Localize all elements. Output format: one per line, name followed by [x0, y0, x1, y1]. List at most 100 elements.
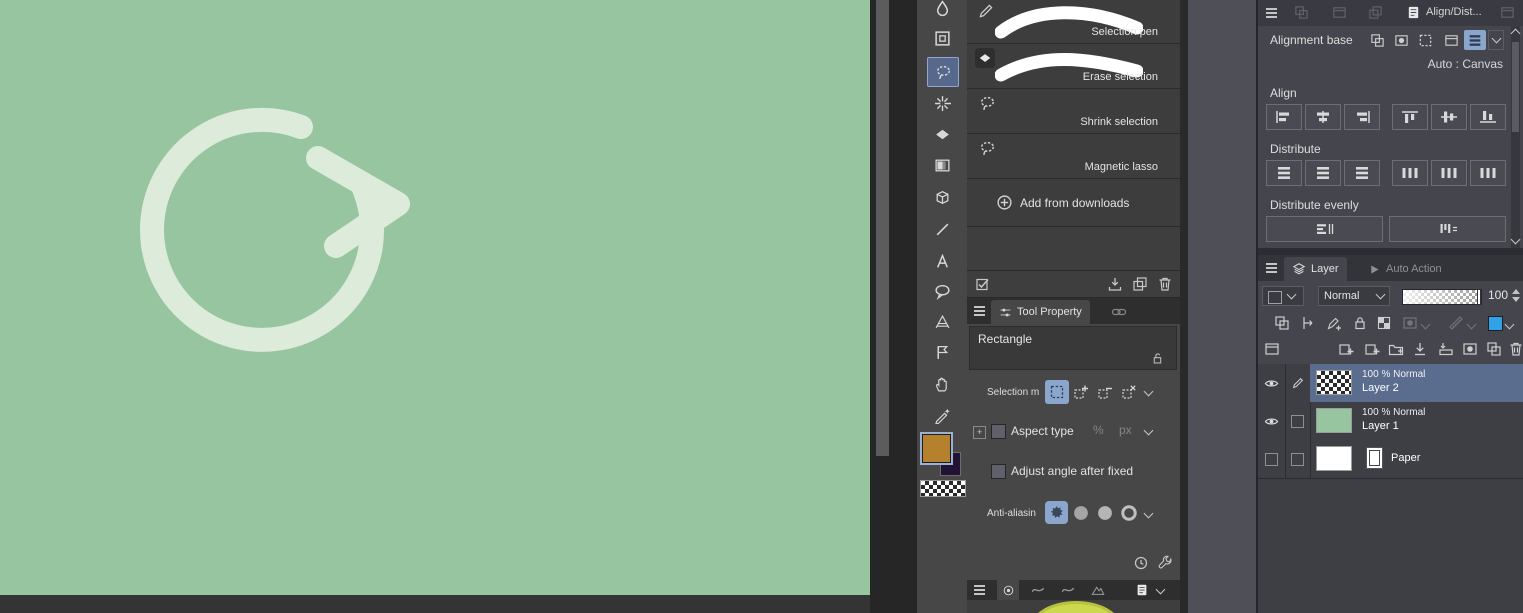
tab-brush-size[interactable] — [997, 580, 1019, 600]
tool-auto-select[interactable] — [927, 89, 957, 117]
tool-perspective-ruler[interactable] — [927, 308, 957, 336]
lock-layer-icon[interactable] — [1352, 315, 1368, 331]
draft-layer-icon[interactable] — [1326, 315, 1342, 331]
align-bottom-button[interactable] — [1470, 104, 1506, 130]
tool-text[interactable] — [927, 247, 957, 275]
tool-frame-border[interactable] — [927, 24, 957, 52]
distribute-top-button[interactable] — [1392, 160, 1428, 186]
layer2-thumbnail[interactable] — [1316, 370, 1352, 395]
alignment-base-ruler-button[interactable] — [1440, 30, 1462, 50]
paper-visibility-cell[interactable] — [1258, 440, 1286, 478]
panel-menu-icon[interactable] — [974, 589, 985, 591]
alignment-base-layer-button[interactable] — [1390, 30, 1412, 50]
alignment-base-dropdown[interactable] — [1488, 30, 1504, 50]
align-horizontal-center-button[interactable] — [1305, 104, 1341, 130]
align-panel-scrollbar[interactable] — [1510, 26, 1521, 248]
layer-color-chip[interactable] — [1488, 316, 1503, 331]
distribute-evenly-vertical-button[interactable] — [1389, 216, 1506, 242]
layer2-row-body[interactable]: 100 % Normal Layer 2 — [1310, 364, 1523, 402]
apply-mask-icon[interactable] — [1486, 341, 1502, 357]
align-top-button[interactable] — [1392, 104, 1428, 130]
transfer-to-lower-layer-icon[interactable] — [1412, 341, 1428, 357]
panel-menu-icon[interactable] — [974, 310, 985, 312]
panel-menu-icon[interactable] — [1266, 12, 1277, 14]
layer1-visibility-cell[interactable] — [1258, 402, 1286, 440]
blend-mode-combo[interactable]: Normal — [1318, 286, 1390, 306]
selection-mode-expand-chevron[interactable] — [1143, 386, 1154, 397]
ruler-range-chevron[interactable] — [1466, 319, 1477, 330]
panel-options-icon[interactable] — [1135, 583, 1149, 597]
palette-divider[interactable] — [1258, 248, 1523, 255]
brush-size-expand-chevron[interactable] — [1155, 584, 1166, 595]
tab-tool-property[interactable]: Tool Property — [991, 300, 1090, 324]
transparent-color-swatch[interactable] — [920, 480, 966, 497]
tool-liquify[interactable] — [927, 0, 957, 22]
subtool-item-erase-selection[interactable]: Erase selection — [967, 44, 1180, 89]
enable-mask-chevron[interactable] — [1420, 319, 1431, 330]
docked-palette-icon[interactable] — [1294, 5, 1309, 20]
tool-object[interactable] — [927, 183, 957, 211]
layer-row-paper[interactable]: Paper — [1258, 440, 1523, 479]
aspect-type-expand-chevron[interactable] — [1143, 425, 1154, 436]
wrench-settings-icon[interactable] — [1157, 555, 1173, 571]
tool-correct-line[interactable] — [927, 338, 957, 366]
create-layer-mask-icon[interactable] — [1462, 341, 1478, 357]
layer1-thumbnail[interactable] — [1316, 408, 1352, 433]
distribute-left-button[interactable] — [1266, 160, 1302, 186]
scrollbar-handle[interactable] — [1512, 42, 1519, 132]
merge-to-lower-layer-icon[interactable] — [1438, 341, 1454, 357]
align-vertical-center-button[interactable] — [1431, 104, 1467, 130]
docked-palette-icon-3[interactable] — [1368, 5, 1383, 20]
adjust-angle-checkbox[interactable] — [991, 464, 1006, 479]
layer2-edit-target-cell[interactable] — [1285, 364, 1311, 402]
tool-hand[interactable] — [927, 370, 957, 398]
stroke-shape-icon-2[interactable] — [1061, 583, 1075, 597]
tool-decoration[interactable] — [927, 401, 957, 429]
edit-selection-set-icon[interactable] — [975, 276, 991, 292]
layer1-edit-target-cell[interactable] — [1285, 402, 1311, 440]
new-layer-folder-icon[interactable] — [1388, 341, 1404, 357]
aspect-type-checkbox[interactable] — [991, 424, 1006, 439]
selection-mode-multiply-button[interactable] — [1117, 380, 1141, 404]
link-palette-icon[interactable] — [1111, 304, 1127, 320]
opacity-spinner[interactable] — [1512, 289, 1520, 302]
aspect-type-expander[interactable]: + — [973, 426, 986, 439]
new-vector-layer-icon[interactable] — [1364, 341, 1380, 357]
docked-palette-icon-4[interactable] — [1500, 5, 1515, 20]
select-layer-area-icon[interactable] — [1274, 315, 1290, 331]
paper-edit-target-cell[interactable] — [1285, 440, 1311, 478]
distribute-horizontal-center-button[interactable] — [1305, 160, 1341, 186]
subtool-add-from-downloads[interactable]: Add from downloads — [967, 179, 1180, 227]
tab-layer[interactable]: Layer — [1284, 257, 1347, 281]
tool-gradient[interactable] — [927, 151, 957, 179]
tool-figure[interactable] — [927, 215, 957, 243]
layer-color-chevron[interactable] — [1504, 319, 1515, 330]
anti-aliasing-middle-button[interactable] — [1093, 501, 1116, 524]
docked-palette-icon-2[interactable] — [1332, 5, 1347, 20]
layer2-name[interactable]: Layer 2 — [1362, 382, 1399, 394]
lock-transparent-pixels-icon[interactable] — [1376, 315, 1392, 331]
selection-mode-new-button[interactable] — [1045, 380, 1069, 404]
import-subtool-icon[interactable] — [1107, 276, 1123, 292]
canvas-vertical-scrollbar[interactable] — [876, 0, 889, 456]
anti-aliasing-weak-button[interactable] — [1069, 501, 1092, 524]
aspect-percent-option[interactable]: % — [1093, 423, 1104, 437]
align-left-button[interactable] — [1266, 104, 1302, 130]
stroke-shape-icon[interactable] — [1031, 583, 1045, 597]
duplicate-subtool-icon[interactable] — [1132, 276, 1148, 292]
panel-menu-icon[interactable] — [1266, 267, 1277, 269]
anti-aliasing-strong-button[interactable] — [1117, 501, 1140, 524]
anti-aliasing-expand-chevron[interactable] — [1143, 508, 1154, 519]
layer1-row-body[interactable]: 100 % Normal Layer 1 — [1310, 402, 1523, 440]
clip-to-layer-below-icon[interactable] — [1300, 315, 1316, 331]
restore-default-icon[interactable] — [1133, 555, 1149, 571]
layer-list-view-icon[interactable] — [1264, 341, 1280, 357]
lock-open-icon[interactable] — [1151, 352, 1164, 365]
subtool-item-magnetic-lasso[interactable]: Magnetic lasso — [967, 134, 1180, 179]
anti-aliasing-none-button[interactable] — [1045, 501, 1068, 524]
enable-mask-icon[interactable] — [1402, 315, 1418, 331]
delete-layer-icon[interactable] — [1508, 341, 1523, 357]
distribute-evenly-horizontal-button[interactable] — [1266, 216, 1383, 242]
palette-color-combo[interactable] — [1262, 286, 1304, 306]
distribute-right-button[interactable] — [1344, 160, 1380, 186]
